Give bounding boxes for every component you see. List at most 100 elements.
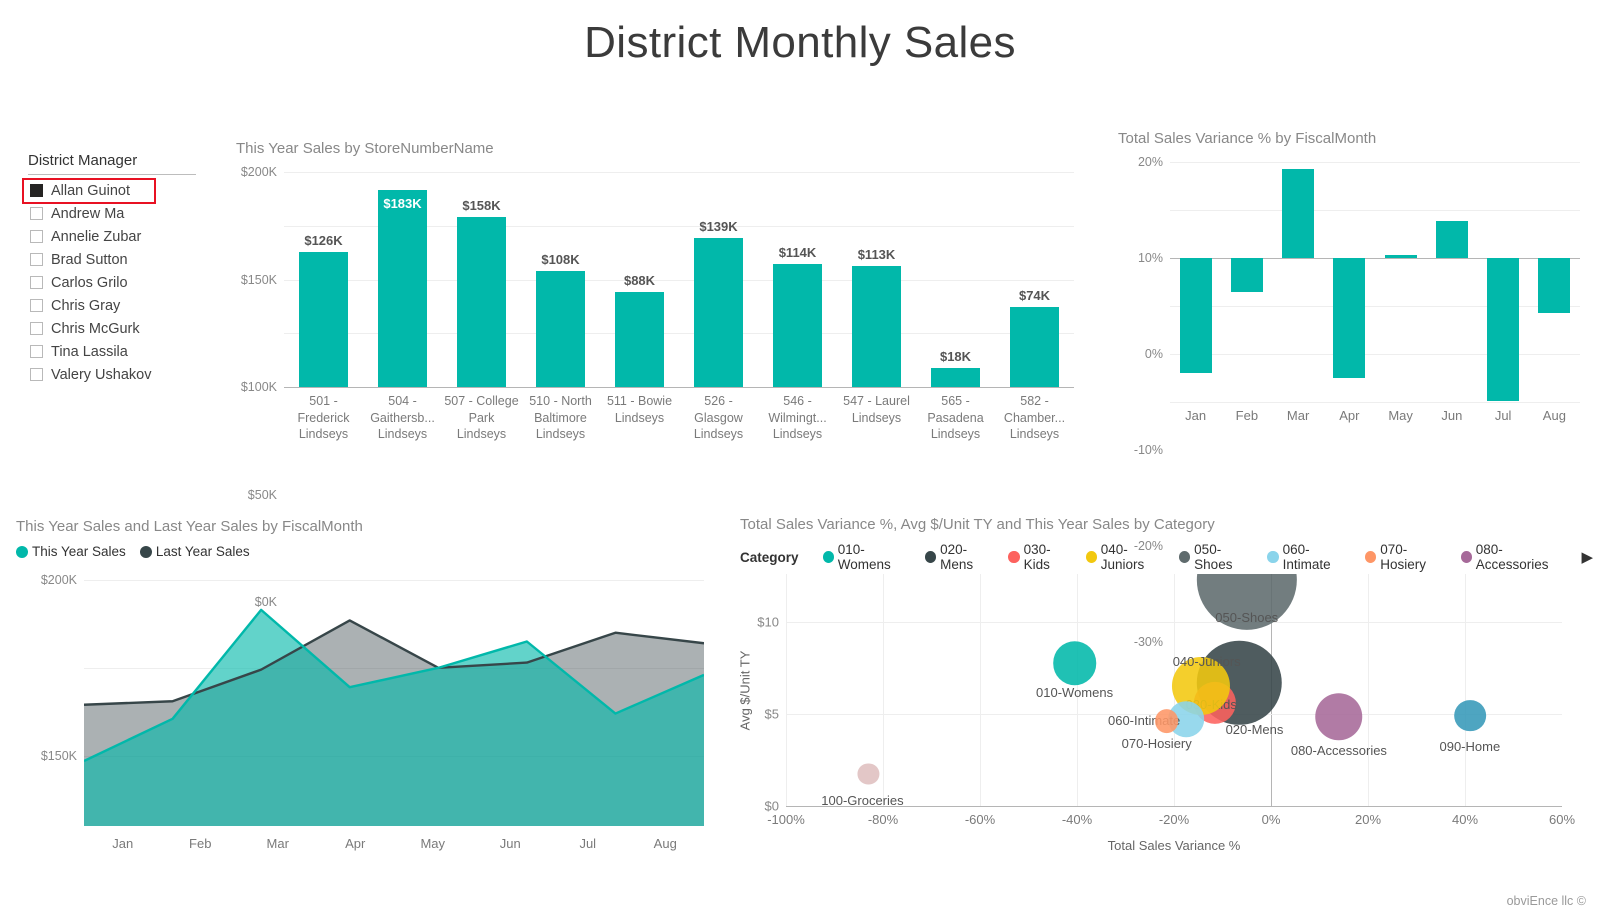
x-axis-label[interactable]: Jul [549,836,627,851]
bar-slot[interactable] [1375,162,1426,402]
area-chart-legend[interactable]: This Year Sales Last Year Sales [16,544,730,559]
bar-slot[interactable] [1221,162,1272,402]
district-manager-slicer[interactable]: District Manager Allan GuinotAndrew MaAn… [28,152,208,386]
slicer-item[interactable]: Carlos Grilo [28,271,208,294]
checkbox-icon[interactable] [30,230,43,243]
slicer-item[interactable]: Allan Guinot [28,179,208,202]
bar[interactable] [1538,258,1570,313]
x-axis-label[interactable]: Aug [1529,408,1580,423]
bar-slot[interactable]: $113K [837,172,916,387]
bar[interactable] [1385,255,1417,258]
bar[interactable] [1282,169,1314,258]
store-sales-bar-chart[interactable]: This Year Sales by StoreNumberName $0K$5… [236,140,1076,480]
legend-item[interactable]: 080-Accessories [1461,542,1570,572]
checkbox-icon[interactable] [30,299,43,312]
x-axis-label[interactable]: Jan [84,836,162,851]
slicer-item[interactable]: Chris Gray [28,294,208,317]
x-axis-label[interactable]: Feb [162,836,240,851]
bar[interactable] [1180,258,1212,373]
x-axis-label[interactable]: Mar [1273,408,1324,423]
x-axis-label[interactable]: Feb [1221,408,1272,423]
bar-slot[interactable]: $74K [995,172,1074,387]
x-axis-label[interactable]: 582 - Chamber... Lindseys [995,393,1074,443]
x-axis-label[interactable]: 510 - North Baltimore Lindseys [521,393,600,443]
slicer-item[interactable]: Chris McGurk [28,317,208,340]
bar[interactable]: $183K [378,190,427,387]
legend-item[interactable]: 060-Intimate [1267,542,1353,572]
slicer-item[interactable]: Brad Sutton [28,248,208,271]
x-axis-label[interactable]: Jun [472,836,550,851]
bar[interactable] [1231,258,1263,292]
checkbox-icon[interactable] [30,253,43,266]
x-axis-label[interactable]: 526 - Glasgow Lindseys [679,393,758,443]
legend-item[interactable]: Last Year Sales [140,544,250,559]
bar-slot[interactable]: $114K [758,172,837,387]
legend-next-arrow-icon[interactable]: ▶ [1581,548,1593,566]
x-axis-label[interactable]: Apr [317,836,395,851]
legend-item[interactable]: 030-Kids [1008,542,1073,572]
bubble[interactable] [1155,709,1179,733]
ty-ly-area-chart[interactable]: This Year Sales and Last Year Sales by F… [10,518,730,888]
bar-slot[interactable]: $18K [916,172,995,387]
legend-item[interactable]: 020-Mens [925,542,997,572]
legend-item[interactable]: 040-Juniors [1086,542,1167,572]
bar-slot[interactable]: $158K [442,172,521,387]
legend-item[interactable]: 070-Hosiery [1365,542,1449,572]
x-axis-label[interactable]: May [1375,408,1426,423]
bar[interactable] [1436,221,1468,258]
bar-slot[interactable] [1273,162,1324,402]
bar[interactable]: $158K [457,217,506,387]
checkbox-icon[interactable] [30,207,43,220]
x-axis-label[interactable]: Apr [1324,408,1375,423]
x-axis-label[interactable]: 547 - Laurel Lindseys [837,393,916,443]
variance-bar-chart[interactable]: Total Sales Variance % by FiscalMonth 20… [1118,130,1588,470]
bar-slot[interactable]: $139K [679,172,758,387]
bubble[interactable] [1315,693,1363,741]
bar[interactable]: $126K [299,252,348,387]
x-axis-label[interactable]: Jun [1426,408,1477,423]
checkbox-icon[interactable] [30,322,43,335]
x-axis-label[interactable]: Mar [239,836,317,851]
x-axis-label[interactable]: May [394,836,472,851]
bar[interactable]: $18K [931,368,980,387]
checkbox-icon[interactable] [30,276,43,289]
bar-slot[interactable] [1170,162,1221,402]
category-bubble-chart[interactable]: Total Sales Variance %, Avg $/Unit TY an… [738,516,1593,891]
bubble[interactable] [1053,642,1097,686]
x-axis-label[interactable]: 565 - Pasadena Lindseys [916,393,995,443]
x-axis-label[interactable]: Jul [1478,408,1529,423]
bar[interactable]: $114K [773,264,822,387]
x-axis-label[interactable]: Aug [627,836,705,851]
bar-slot[interactable]: $88K [600,172,679,387]
slicer-item[interactable]: Tina Lassila [28,340,208,363]
x-axis-label[interactable]: 511 - Bowie Lindseys [600,393,679,443]
checkbox-icon[interactable] [30,345,43,358]
legend-item[interactable]: 010-Womens [823,542,913,572]
bar-slot[interactable] [1324,162,1375,402]
checkbox-icon[interactable] [30,368,43,381]
bar[interactable]: $108K [536,271,585,387]
bubble[interactable] [1454,700,1486,732]
slicer-item[interactable]: Valery Ushakov [28,363,208,386]
x-axis-label[interactable]: 546 - Wilmingt... Lindseys [758,393,837,443]
x-axis-label[interactable]: Jan [1170,408,1221,423]
bar[interactable]: $74K [1010,307,1059,387]
bar-slot[interactable]: $183K [363,172,442,387]
x-axis-label[interactable]: 501 - Frederick Lindseys [284,393,363,443]
slicer-item[interactable]: Andrew Ma [28,202,208,225]
bar[interactable]: $139K [694,238,743,387]
bar-slot[interactable]: $108K [521,172,600,387]
slicer-item[interactable]: Annelie Zubar [28,225,208,248]
bar-slot[interactable] [1478,162,1529,402]
bar-slot[interactable] [1426,162,1477,402]
bubble-chart-legend[interactable]: Category010-Womens020-Mens030-Kids040-Ju… [740,542,1593,572]
bubble[interactable] [858,763,879,784]
bar[interactable]: $88K [615,292,664,387]
legend-item[interactable]: This Year Sales [16,544,126,559]
x-axis-label[interactable]: 504 - Gaithersb... Lindseys [363,393,442,443]
bar[interactable] [1487,258,1519,401]
bar[interactable]: $113K [852,266,901,387]
legend-item[interactable]: 050-Shoes [1179,542,1255,572]
bar-slot[interactable]: $126K [284,172,363,387]
checkbox-icon[interactable] [30,184,43,197]
